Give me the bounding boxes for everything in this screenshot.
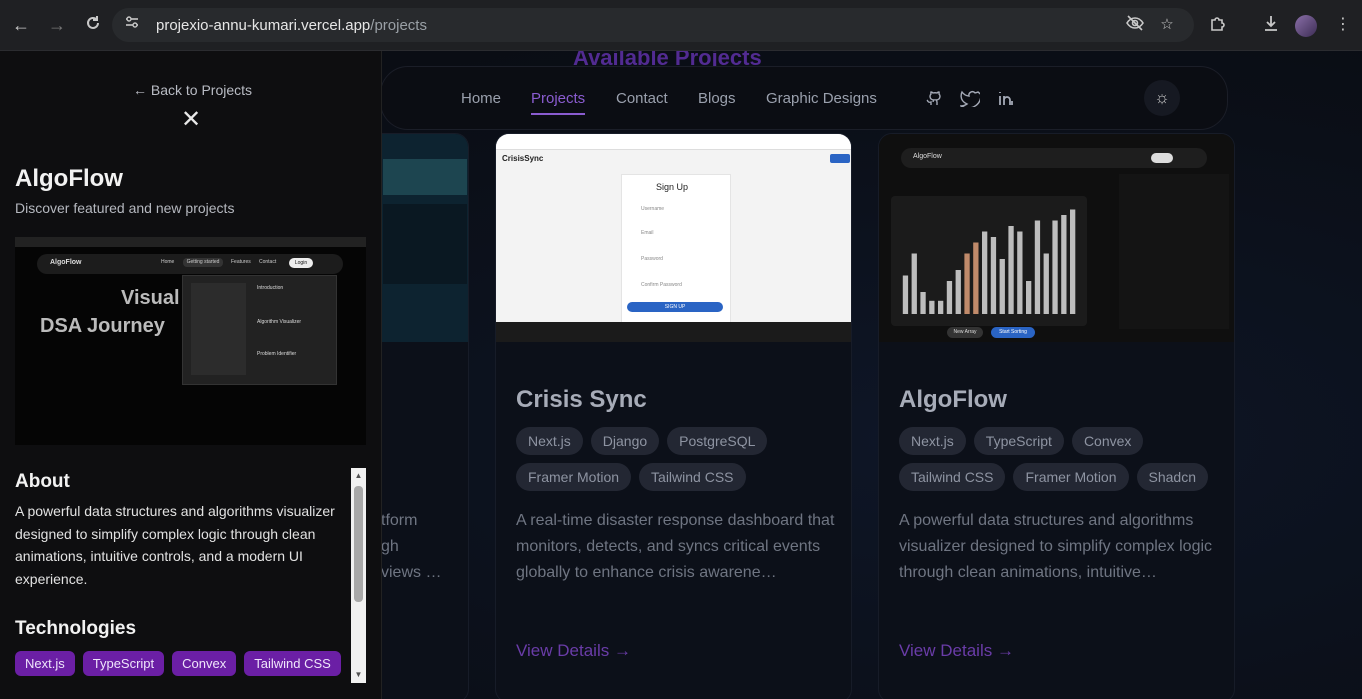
download-icon[interactable] [1260,14,1282,36]
scrollbar-thumb[interactable] [354,486,363,602]
card-title: AlgoFlow [899,386,1007,413]
tag-list: Next.js Django PostgreSQL Framer Motion … [516,427,846,491]
card-title: Crisis Sync [516,386,647,413]
star-icon[interactable]: ☆ [1157,15,1177,35]
array-bar [1026,281,1032,314]
forward-arrow-icon[interactable]: → [46,14,68,36]
close-icon[interactable]: ✕ [178,107,204,133]
site-settings-icon[interactable] [122,15,142,35]
profile-avatar[interactable] [1295,15,1317,37]
array-bar [911,253,917,314]
nav-projects[interactable]: Projects [531,90,586,115]
array-bar [929,300,935,314]
nav-blogs[interactable]: Blogs [698,90,736,107]
about-heading: About [15,471,70,492]
tech-tag: Convex [1071,427,1144,455]
nav-home[interactable]: Home [461,90,501,107]
tech-tag: TypeScript [973,427,1064,455]
site-navbar: Home Projects Contact Blogs Graphic Desi… [380,66,1228,130]
address-bar[interactable]: projexio-annu-kumari.vercel.app/projects… [112,8,1194,42]
github-icon[interactable] [924,89,944,109]
twitter-icon[interactable] [958,89,982,109]
tag-list: Next.js TypeScript Convex Tailwind CSS F… [899,427,1229,491]
url-text: projexio-annu-kumari.vercel.app/projects [156,17,427,34]
eye-off-icon[interactable] [1125,15,1145,35]
array-bar [1017,231,1023,314]
tech-tag: Django [590,427,660,455]
array-bar [990,237,997,314]
view-details-link[interactable]: View Details → [516,641,631,661]
tech-tag: Next.js [899,427,966,455]
tech-tag: Tailwind CSS [899,463,1006,491]
linkedin-icon[interactable] [996,89,1016,109]
array-bar [1061,215,1067,314]
array-bar [902,275,909,314]
theme-toggle-sun-icon[interactable]: ☼ [1144,80,1180,116]
extensions-icon[interactable] [1207,14,1229,36]
scroll-down-arrow-icon[interactable]: ▼ [354,671,363,679]
reload-icon[interactable] [82,14,104,36]
technology-tags: Next.js TypeScript Convex Tailwind CSS [15,651,341,676]
drawer-scroll-area[interactable]: About A powerful data structures and alg… [0,468,366,683]
algoflow-bar-chart [902,209,1076,314]
view-details-link[interactable]: View Details → [899,641,1014,661]
card-description-partial: tform gh views … [381,512,442,581]
array-bar [973,242,979,314]
scroll-up-arrow-icon[interactable]: ▲ [354,472,363,480]
tech-tag: TypeScript [82,651,165,676]
nav-contact[interactable]: Contact [616,90,668,107]
tech-tag: Tailwind CSS [244,651,341,676]
array-bar [938,300,944,314]
array-bar [999,259,1005,314]
about-text: A powerful data structures and algorithm… [15,503,335,587]
card-description: A real-time disaster response dashboard … [516,512,835,581]
card-screenshot: CrisisSync Sign Up Username Email Passwo… [496,134,851,342]
drawer-title: AlgoFlow [15,165,123,192]
array-bar [964,253,970,314]
tech-tag: Next.js [15,651,75,676]
tech-tag: Shadcn [1136,463,1208,491]
array-bar [982,231,988,314]
project-card[interactable]: CrisisSync Sign Up Username Email Passwo… [495,133,852,699]
tech-tag: PostgreSQL [667,427,768,455]
tech-tag: Tailwind CSS [639,463,746,491]
project-preview-image: AlgoFlow Home Getting started Features C… [15,237,366,445]
menu-dots-icon[interactable]: ⋮ [1332,14,1354,36]
drawer-subtitle: Discover featured and new projects [15,200,235,216]
card-screenshot: AlgoFlow New Array Start Sorting [879,134,1234,342]
project-card[interactable]: AlgoFlow New Array Start Sorting AlgoFlo… [878,133,1235,699]
card-description: A powerful data structures and algorithm… [899,512,1213,581]
array-bar [920,292,926,314]
back-to-projects-link[interactable]: ← Back to Projects [133,82,252,98]
browser-toolbar: ← → projexio-annu-kumari.vercel.app/proj… [0,0,1362,51]
tech-tag: Framer Motion [516,463,632,491]
array-bar [1034,220,1041,314]
back-arrow-icon[interactable]: ← [10,14,32,36]
tech-tag: Next.js [516,427,583,455]
project-detail-drawer: ← Back to Projects ✕ AlgoFlow Discover f… [0,51,382,699]
drawer-scrollbar[interactable]: ▲ ▼ [351,468,366,683]
array-bar [955,270,961,314]
tech-tag: Framer Motion [1013,463,1129,491]
array-bar [1052,220,1058,314]
array-bar [1070,209,1076,314]
array-bar [1008,226,1014,314]
tech-tag: Convex [172,651,237,676]
technologies-heading: Technologies [15,618,137,639]
array-bar [946,281,953,314]
array-bar [1043,253,1049,314]
nav-graphic-designs[interactable]: Graphic Designs [766,90,877,107]
